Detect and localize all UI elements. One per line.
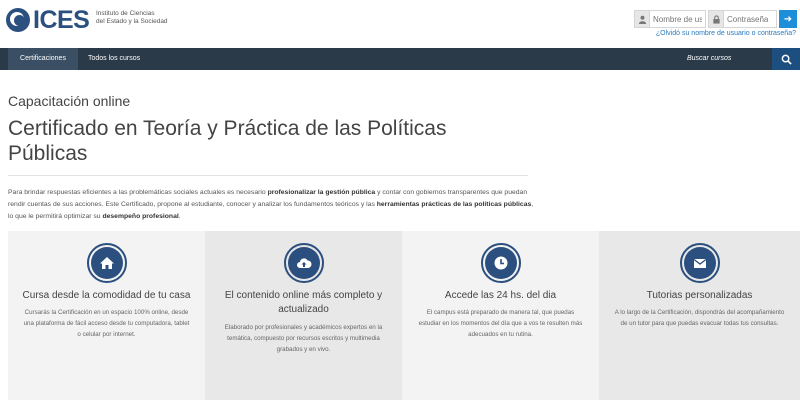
feature-text: Cursarás la Certificación en un espacio … — [23, 309, 190, 338]
feature-icon-disc — [683, 247, 716, 279]
feature-title: El contenido online más completo y actua… — [224, 290, 383, 315]
feature-icon-disc — [90, 247, 123, 279]
lock-icon — [709, 11, 724, 27]
intro-text-4: . — [178, 213, 181, 220]
feature-icon-ring — [480, 243, 521, 283]
feature-icon-ring — [283, 243, 324, 283]
intro-bold-3: desempeño profesional — [102, 213, 179, 220]
feature-title: Cursa desde la comodidad de tu casa — [22, 290, 191, 301]
username-input[interactable] — [650, 11, 705, 27]
page-subtitle: Capacitación online — [8, 93, 131, 109]
main-navbar: Certificaciones ICES Todos los cursos Bu… — [0, 48, 800, 84]
course-search-button[interactable] — [772, 48, 800, 70]
intro-paragraph: Para brindar respuestas eficientes a las… — [8, 187, 538, 223]
feature-card-content: El contenido online más completo y actua… — [205, 231, 402, 400]
envelope-icon — [693, 258, 706, 268]
feature-text: Elaborado por profesionales y académicos… — [224, 324, 383, 353]
intro-bold-2: herramientas prácticas de las políticas … — [376, 201, 532, 208]
logo-subtitle-line2: del Estado y la Sociedad — [96, 18, 168, 25]
password-input[interactable] — [724, 11, 776, 27]
feature-icon-ring — [679, 243, 720, 283]
password-field — [708, 10, 777, 28]
feature-card-24h: Accede las 24 hs. del dia El campus está… — [402, 231, 599, 400]
logo-subtitle: Instituto de Ciencias del Estado y la So… — [96, 10, 196, 26]
course-search-input[interactable]: Buscar cursos — [677, 48, 772, 70]
clock-icon — [494, 256, 507, 270]
feature-title: Tutorias personalizadas — [646, 290, 753, 301]
features-section: Cursa desde la comodidad de tu casa Curs… — [8, 231, 800, 400]
nav-item-certificaciones[interactable]: Certificaciones ICES — [8, 48, 78, 84]
forgot-credentials-link[interactable]: ¿Olvidó su nombre de usuario o contraseñ… — [656, 30, 796, 37]
login-form: ➜ — [632, 10, 797, 28]
site-header: ICES Instituto de Ciencias del Estado y … — [0, 0, 800, 48]
cloud-upload-icon — [296, 258, 312, 268]
logo-text: ICES — [33, 5, 90, 34]
feature-text: El campus está preparado de manera tal, … — [418, 309, 583, 338]
feature-icon-disc — [484, 247, 517, 279]
nav-item-todos-los-cursos[interactable]: Todos los cursos — [80, 48, 148, 70]
page-title: Certificado en Teoría y Práctica de las … — [8, 117, 447, 165]
feature-icon-ring — [86, 243, 127, 283]
intro-bold-1: profesionalizar la gestión pública — [267, 189, 376, 196]
user-icon — [635, 11, 650, 27]
search-icon — [781, 54, 792, 65]
intro-text-1: Para brindar respuestas eficientes a las… — [8, 189, 268, 196]
site-logo[interactable]: ICES — [6, 6, 92, 34]
home-icon — [99, 257, 114, 269]
logo-mark-icon — [6, 8, 30, 32]
feature-text: A lo largo de la Certificación, dispondr… — [614, 309, 785, 327]
logo-subtitle-line1: Instituto de Ciencias — [96, 10, 155, 17]
feature-card-home: Cursa desde la comodidad de tu casa Curs… — [8, 231, 205, 400]
feature-card-tutoring: Tutorias personalizadas A lo largo de la… — [599, 231, 800, 400]
feature-icon-disc — [287, 247, 320, 279]
feature-title: Accede las 24 hs. del dia — [444, 290, 557, 301]
login-submit-button[interactable]: ➜ — [779, 10, 797, 28]
course-search: Buscar cursos — [677, 48, 800, 70]
arrow-right-icon: ➜ — [783, 13, 793, 25]
username-field — [634, 10, 706, 28]
title-divider — [8, 175, 528, 176]
